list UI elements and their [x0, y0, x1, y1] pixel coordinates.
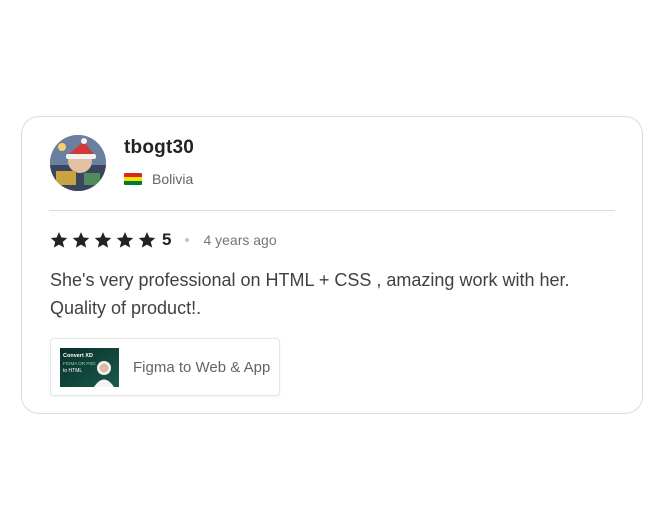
divider — [49, 210, 615, 211]
gig-thumbnail-image: Convert XD FIGMA OR PSD to HTML — [60, 347, 119, 387]
rating-value: 5 — [162, 230, 172, 249]
star-icon — [138, 232, 156, 248]
svg-text:Convert XD: Convert XD — [63, 353, 93, 359]
gig-title[interactable]: Figma to Web & App — [133, 359, 270, 376]
review-time: 4 years ago — [203, 232, 277, 248]
review-text: She's very professional on HTML + CSS , … — [50, 270, 570, 318]
gig-link-card[interactable]: Convert XD FIGMA OR PSD to HTML Figma to… — [50, 338, 280, 396]
reviewer-username[interactable]: tbogt30 — [124, 137, 194, 159]
svg-text:FIGMA OR PSD: FIGMA OR PSD — [63, 361, 96, 366]
star-icon — [94, 232, 112, 248]
review-card: tbogt30 Bolivia 5 4 years ago She's very… — [21, 116, 643, 414]
star-icon — [116, 232, 134, 248]
reviewer-avatar[interactable] — [50, 135, 106, 191]
star-rating — [50, 231, 160, 249]
star-icon — [72, 232, 90, 248]
svg-text:to HTML: to HTML — [63, 368, 82, 374]
star-icon — [50, 232, 68, 248]
gig-thumbnail: Convert XD FIGMA OR PSD to HTML — [60, 347, 119, 387]
avatar-image — [50, 135, 106, 191]
reviewer-country: Bolivia — [124, 171, 193, 187]
country-name: Bolivia — [152, 171, 194, 187]
separator-dot — [185, 238, 190, 242]
rating-row: 5 4 years ago — [50, 230, 277, 250]
bolivia-flag-icon — [124, 173, 142, 185]
